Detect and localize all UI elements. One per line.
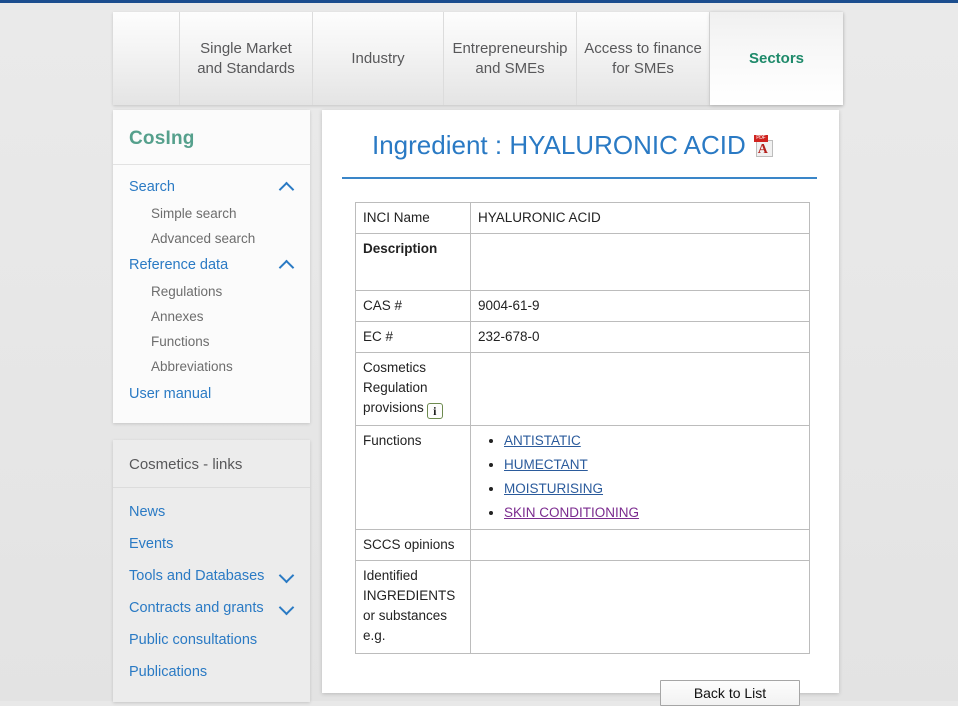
- function-link-skin-conditioning[interactable]: SKIN CONDITIONING: [504, 505, 639, 520]
- page-title: Ingredient : HYALURONIC ACID PDF A: [322, 110, 839, 161]
- link-item-news[interactable]: News: [113, 496, 310, 528]
- link-item-contracts-and-grants[interactable]: Contracts and grants: [113, 592, 310, 624]
- links-panel-title: Cosmetics - links: [113, 440, 310, 488]
- link-item-label: News: [129, 504, 165, 520]
- table-row: Identified INGREDIENTS or substances e.g…: [356, 561, 810, 654]
- row-value-inci-name: HYALURONIC ACID: [471, 203, 810, 234]
- pdf-icon-acrobat-mark: A: [758, 143, 768, 157]
- sidebar-item-abbreviations[interactable]: Abbreviations: [113, 354, 310, 379]
- table-row: Functions ANTISTATIC HUMECTANT MOISTURIS…: [356, 426, 810, 530]
- sidebar-group-search[interactable]: Search: [113, 173, 310, 201]
- row-label-description: Description: [356, 234, 471, 291]
- tab-single-market-and-standards[interactable]: Single Market and Standards: [180, 12, 313, 105]
- row-label-functions: Functions: [356, 426, 471, 530]
- function-link-moisturising[interactable]: MOISTURISING: [504, 481, 603, 496]
- row-label-identified-ingredients: Identified INGREDIENTS or substances e.g…: [356, 561, 471, 654]
- row-value-functions: ANTISTATIC HUMECTANT MOISTURISING SKIN C…: [471, 426, 810, 530]
- tab-sectors[interactable]: Sectors: [710, 12, 843, 105]
- row-label-cosmetics-regulation-provisions: Cosmetics Regulation provisionsi: [356, 353, 471, 426]
- pdf-icon-tag: PDF: [754, 135, 768, 142]
- row-label-sccs-opinions: SCCS opinions: [356, 530, 471, 561]
- sidebar-item-simple-search[interactable]: Simple search: [113, 201, 310, 226]
- chevron-up-icon[interactable]: [280, 183, 294, 192]
- link-item-events[interactable]: Events: [113, 528, 310, 560]
- tab-access-to-finance-for-smes[interactable]: Access to finance for SMEs: [577, 12, 710, 105]
- links-panel-list: News Events Tools and Databases Contract…: [113, 488, 310, 702]
- tab-label: Single Market and Standards: [186, 39, 306, 79]
- table-row: EC # 232-678-0: [356, 322, 810, 353]
- link-item-label: Tools and Databases: [129, 568, 264, 584]
- link-item-tools-and-databases[interactable]: Tools and Databases: [113, 560, 310, 592]
- table-row: SCCS opinions: [356, 530, 810, 561]
- functions-list: ANTISTATIC HUMECTANT MOISTURISING SKIN C…: [478, 432, 802, 522]
- tab-leading-spacer: [113, 12, 180, 105]
- chevron-down-icon[interactable]: [280, 572, 294, 581]
- row-value-identified-ingredients: [471, 561, 810, 654]
- list-item: SKIN CONDITIONING: [504, 504, 802, 522]
- ingredient-properties-table: INCI Name HYALURONIC ACID Description CA…: [355, 202, 810, 654]
- sidebar-group-label: Reference data: [129, 257, 228, 273]
- link-item-publications[interactable]: Publications: [113, 656, 310, 688]
- tab-label: Industry: [351, 49, 404, 69]
- link-item-label: Publications: [129, 664, 207, 680]
- row-label-inci-name: INCI Name: [356, 203, 471, 234]
- cosmetics-links-panel: Cosmetics - links News Events Tools and …: [113, 440, 310, 702]
- table-row: Description: [356, 234, 810, 291]
- link-item-public-consultations[interactable]: Public consultations: [113, 624, 310, 656]
- list-item: HUMECTANT: [504, 456, 802, 474]
- tab-label: Sectors: [749, 49, 804, 69]
- back-to-list-button[interactable]: Back to List: [660, 680, 800, 706]
- tab-entrepreneurship-and-smes[interactable]: Entrepreneurship and SMEs: [444, 12, 577, 105]
- tab-label: Entrepreneurship and SMEs: [450, 39, 570, 79]
- sidebar-item-functions[interactable]: Functions: [113, 329, 310, 354]
- link-item-label: Public consultations: [129, 632, 257, 648]
- row-value-cas-number: 9004-61-9: [471, 291, 810, 322]
- row-value-sccs-opinions: [471, 530, 810, 561]
- sidebar-item-regulations[interactable]: Regulations: [113, 279, 310, 304]
- sidebar-item-user-manual[interactable]: User manual: [113, 379, 310, 409]
- sidebar-item-annexes[interactable]: Annexes: [113, 304, 310, 329]
- info-icon[interactable]: i: [427, 403, 443, 419]
- row-value-description: [471, 234, 810, 291]
- chevron-down-icon[interactable]: [280, 604, 294, 613]
- sidebar-group-label: Search: [129, 179, 175, 195]
- primary-navigation-tabs: Single Market and Standards Industry Ent…: [113, 12, 843, 105]
- sidebar-group-reference-data[interactable]: Reference data: [113, 251, 310, 279]
- sidebar-title: CosIng: [113, 110, 310, 165]
- list-item: ANTISTATIC: [504, 432, 802, 450]
- link-item-label: Events: [129, 536, 173, 552]
- row-label-cas-number: CAS #: [356, 291, 471, 322]
- table-row: Cosmetics Regulation provisionsi: [356, 353, 810, 426]
- ingredient-detail-panel: Ingredient : HYALURONIC ACID PDF A INCI …: [322, 110, 839, 693]
- page-title-text: Ingredient : HYALURONIC ACID: [372, 130, 746, 161]
- row-value-ec-number: 232-678-0: [471, 322, 810, 353]
- tab-industry[interactable]: Industry: [313, 12, 444, 105]
- row-value-cosmetics-regulation-provisions: [471, 353, 810, 426]
- pdf-download-icon[interactable]: PDF A: [754, 134, 774, 158]
- function-link-antistatic[interactable]: ANTISTATIC: [504, 433, 581, 448]
- action-row: Back to List: [322, 680, 819, 706]
- row-label-ec-number: EC #: [356, 322, 471, 353]
- function-link-humectant[interactable]: HUMECTANT: [504, 457, 588, 472]
- list-item: MOISTURISING: [504, 480, 802, 498]
- row-label-text: Cosmetics Regulation provisions: [363, 360, 428, 415]
- link-item-label: Contracts and grants: [129, 600, 264, 616]
- cosing-sidebar: CosIng Search Simple search Advanced sea…: [113, 110, 310, 423]
- chevron-up-icon[interactable]: [280, 261, 294, 270]
- sidebar-nav-list: Search Simple search Advanced search Ref…: [113, 165, 310, 423]
- tab-label: Access to finance for SMEs: [583, 39, 703, 79]
- table-row: CAS # 9004-61-9: [356, 291, 810, 322]
- table-row: INCI Name HYALURONIC ACID: [356, 203, 810, 234]
- sidebar-item-advanced-search[interactable]: Advanced search: [113, 226, 310, 251]
- title-divider: [342, 177, 817, 179]
